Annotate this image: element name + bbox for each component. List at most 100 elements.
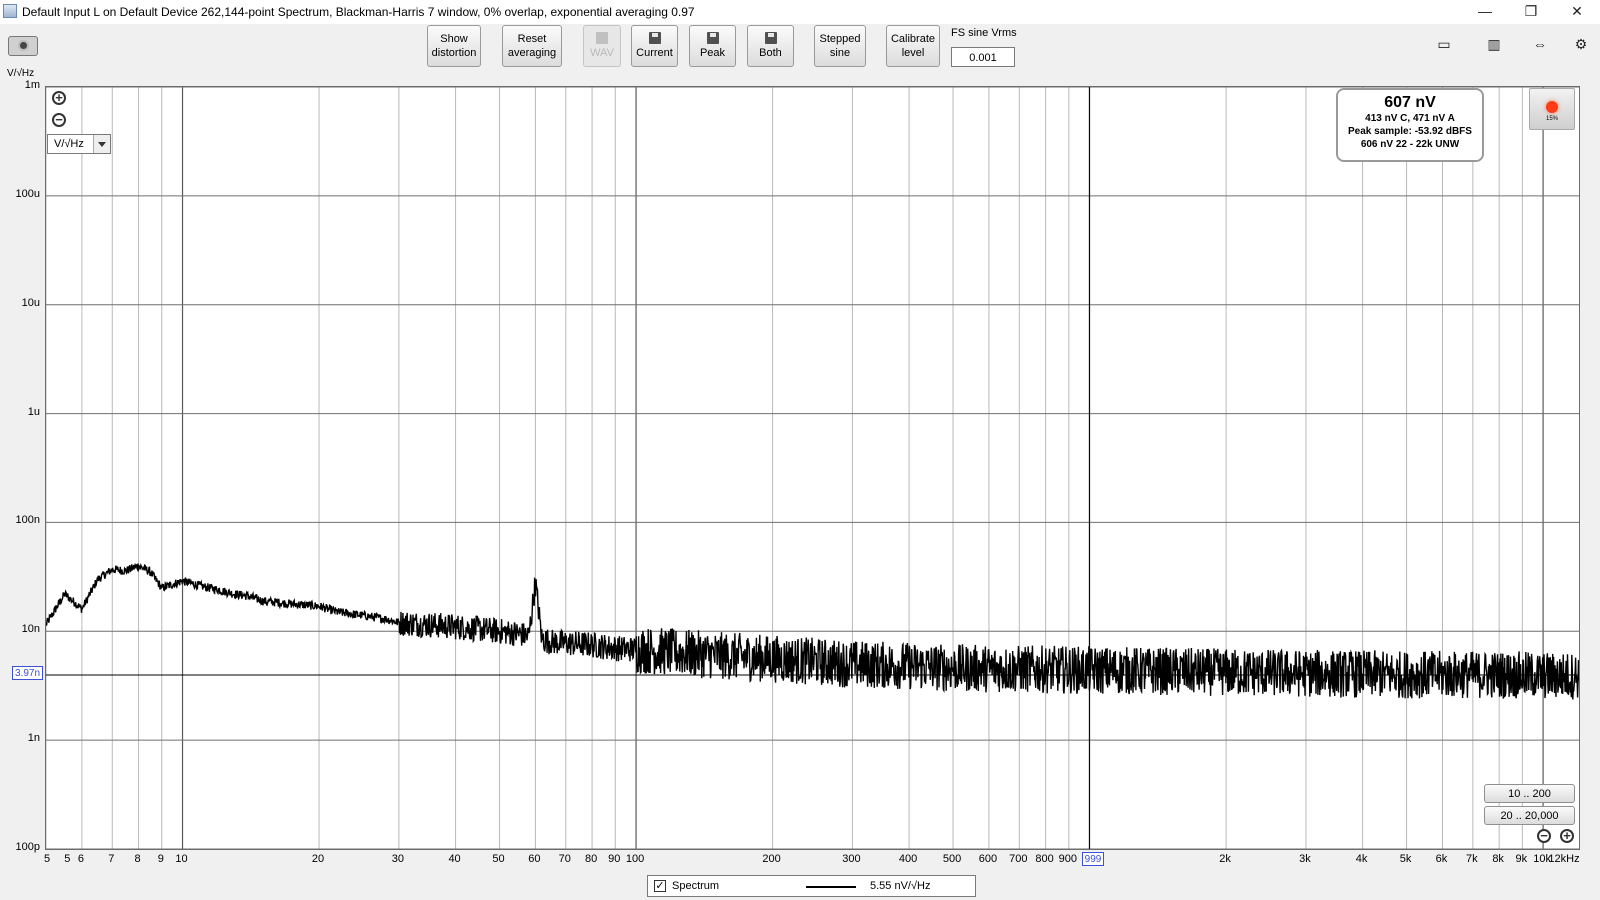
show-distortion-button[interactable]: Show distortion — [427, 25, 481, 67]
x-tick-label: 80 — [584, 853, 598, 865]
save-icon — [648, 32, 661, 44]
fs-sine-input[interactable]: 0.001 — [951, 47, 1015, 67]
x-tick-label: 900 — [1058, 853, 1077, 865]
save-icon — [706, 32, 719, 44]
units-select-value: V/√Hz — [54, 138, 84, 150]
stepped-sine-label-2: sine — [829, 47, 851, 59]
reset-averaging-label-1: Reset — [517, 33, 547, 45]
record-icon — [1546, 101, 1558, 113]
y-tick-label: 10u — [21, 296, 40, 309]
save-peak-label: Peak — [699, 47, 726, 59]
show-distortion-label-2: distortion — [431, 47, 477, 59]
x-tick-label: 400 — [898, 853, 918, 865]
restore-button[interactable]: ❐ — [1508, 0, 1554, 24]
units-select[interactable]: V/√Hz — [47, 134, 111, 154]
show-distortion-label-1: Show — [440, 33, 468, 45]
save-both-button[interactable]: Both — [747, 25, 794, 67]
x-tick-label: 800 — [1035, 853, 1054, 865]
readout-line-3: 606 nV 22 - 22k UNW — [1360, 139, 1460, 150]
x-tick-label: 9 — [157, 853, 164, 865]
y-axis-unit: V/√Hz — [7, 68, 35, 79]
x-tick-label: 60 — [528, 853, 541, 865]
camera-icon[interactable] — [8, 36, 38, 56]
zoom-in-y-icon[interactable]: + — [52, 91, 66, 105]
columns-icon[interactable]: ▥ — [1475, 32, 1513, 56]
x-tick-label: 7k — [1466, 853, 1478, 865]
y-tick-label: 100u — [15, 187, 40, 200]
record-percent: 15% — [1545, 116, 1558, 122]
zoom-out-x-icon[interactable]: − — [1537, 829, 1551, 843]
spectrum-plot[interactable] — [45, 86, 1580, 850]
wav-button[interactable]: WAV — [583, 25, 621, 67]
stepped-sine-button[interactable]: Stepped sine — [814, 25, 866, 67]
calibrate-level-label-1: Calibrate — [890, 33, 936, 45]
save-current-button[interactable]: Current — [631, 25, 678, 67]
x-tick-label: 10 — [175, 853, 188, 865]
range-20-20000-button[interactable]: 20 .. 20,000 — [1484, 806, 1575, 825]
wav-label: WAV — [590, 47, 614, 59]
x-tick-label: 70 — [558, 853, 571, 865]
x-tick-label: 3k — [1299, 853, 1311, 865]
x-tick-label: 30 — [391, 853, 405, 865]
range-10-200-button[interactable]: 10 .. 200 — [1484, 784, 1575, 803]
reset-averaging-button[interactable]: Reset averaging — [502, 25, 562, 67]
x-tick-label: 700 — [1009, 853, 1028, 865]
save-peak-button[interactable]: Peak — [689, 25, 736, 67]
x-tick-label: 40 — [448, 853, 461, 865]
x-tick-label: 5k — [1399, 853, 1412, 865]
zoom-in-x-icon[interactable]: + — [1560, 829, 1574, 843]
x-tick-label: 5 — [64, 853, 71, 865]
legend-series-name: Spectrum — [672, 880, 720, 892]
x-tick-label: 7 — [108, 853, 115, 865]
calibrate-level-button[interactable]: Calibrate level — [886, 25, 940, 67]
title-bar: Default Input L on Default Device 262,14… — [0, 0, 1600, 24]
zoom-out-y-icon[interactable]: − — [52, 113, 66, 127]
y-tick-label: 100p — [15, 841, 40, 853]
app-icon — [3, 4, 17, 18]
layout-toggle-icon[interactable]: ▭ — [1425, 32, 1463, 56]
x-tick-label: 12kHz — [1548, 853, 1580, 865]
calibrate-level-label-2: level — [901, 47, 925, 59]
spectrum-checkbox[interactable]: ✓ — [654, 880, 666, 892]
folder-icon — [596, 32, 608, 44]
x-tick-label: 90 — [608, 853, 621, 865]
close-button[interactable]: ✕ — [1554, 0, 1600, 24]
fs-sine-label: FS sine Vrms — [951, 27, 1017, 39]
x-tick-label: 500 — [942, 853, 962, 865]
window-title: Default Input L on Default Device 262,14… — [22, 5, 695, 19]
x-tick-label: 100 — [625, 853, 645, 865]
x-tick-label: 6 — [77, 853, 84, 865]
chevron-down-icon[interactable] — [93, 135, 110, 153]
x-tick-label: 9k — [1515, 853, 1528, 865]
x-tick-label: 5 — [43, 853, 51, 865]
readout-main: 607 nV — [1384, 94, 1436, 111]
x-tick-label: 8k — [1492, 853, 1504, 865]
x-tick-label: 200 — [762, 853, 781, 865]
record-button[interactable]: 15% — [1529, 88, 1575, 130]
save-both-label: Both — [759, 47, 782, 59]
x-cursor-marker[interactable]: 999 — [1082, 852, 1104, 866]
y-tick-label: 1m — [24, 79, 40, 91]
readout-line-1: 413 nV C, 471 nV A — [1365, 113, 1455, 124]
spectrum-chart — [46, 87, 1579, 849]
level-readout: 607 nV 413 nV C, 471 nV A Peak sample: -… — [1336, 88, 1484, 162]
y-tick-label: 10n — [21, 623, 40, 636]
readout-line-2: Peak sample: -53.92 dBFS — [1348, 126, 1472, 137]
save-current-label: Current — [636, 47, 673, 59]
toolbar: Show distortion Reset averaging WAV Curr… — [0, 24, 1600, 76]
legend: ✓ Spectrum 5.55 nV/√Hz — [647, 875, 976, 897]
gear-icon[interactable]: ⚙ — [1568, 32, 1594, 56]
stepped-sine-label-1: Stepped — [819, 33, 861, 45]
x-tick-label: 4k — [1355, 853, 1368, 865]
reset-averaging-label-2: averaging — [507, 47, 557, 59]
x-tick-label: 2k — [1219, 853, 1231, 865]
x-tick-label: 8 — [134, 853, 141, 865]
x-tick-label: 50 — [492, 853, 505, 865]
x-tick-label: 20 — [311, 853, 325, 865]
x-tick-label: 300 — [842, 853, 861, 865]
y-tick-label: 100n — [15, 514, 40, 527]
y-cursor-marker[interactable]: 3.97n — [12, 666, 43, 680]
minimize-button[interactable]: — — [1462, 0, 1508, 24]
expand-arrows-icon[interactable]: ⇔ — [1520, 32, 1560, 56]
legend-line-swatch — [806, 886, 856, 888]
